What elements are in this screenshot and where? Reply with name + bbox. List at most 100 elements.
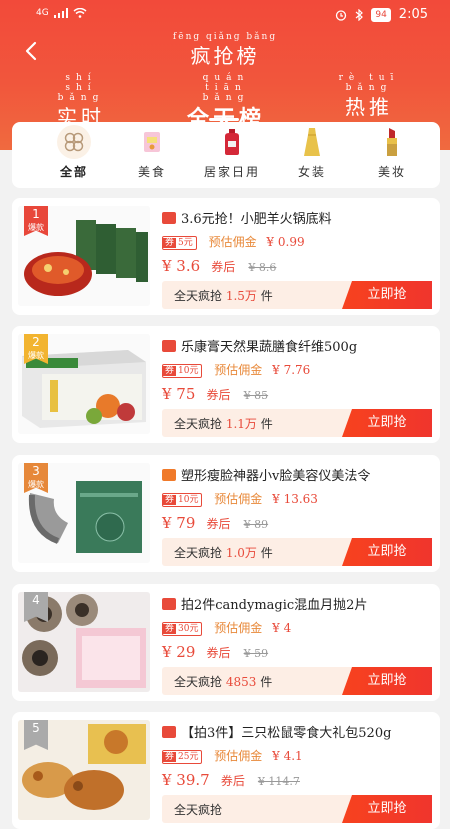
detergent-icon [215, 125, 249, 159]
alarm-icon [336, 9, 347, 21]
coupon-badge: 券 30元 [162, 622, 203, 636]
original-price: ¥ 89 [243, 518, 269, 531]
sales-label: 全天疯抢 [174, 289, 223, 303]
original-price: ¥ 8.6 [248, 261, 277, 274]
coupon-badge: 券 10元 [162, 364, 203, 378]
product-card[interactable]: 2 爆款 乐康膏天然果蔬膳食纤维500g 券 10元 预估佣金 ¥ 7.76 ¥ 7… [12, 326, 440, 443]
buy-now-button[interactable]: 立即抢 [342, 409, 432, 437]
buy-now-button[interactable]: 立即抢 [342, 795, 432, 823]
coupon-badge: 券 25元 [162, 750, 203, 764]
clover-icon [57, 125, 91, 159]
original-price: ¥ 85 [243, 389, 269, 402]
commission-label: 预估佣金 [214, 492, 263, 506]
category-item-makeup[interactable]: 美妆 [357, 122, 427, 180]
sales-label: 全天疯抢 [174, 803, 223, 817]
taobao-icon [162, 469, 176, 481]
price: ¥ 79 [162, 514, 196, 532]
sales-bar: 全天疯抢 1.1万 件 立即抢 [162, 409, 432, 437]
sales-text: 全天疯抢 1.5万 件 [174, 287, 273, 304]
coupon-value: 5元 [178, 238, 193, 248]
price-row: ¥ 79 券后 ¥ 89 [162, 513, 268, 532]
category-label: 全部 [59, 165, 88, 179]
tab-indicator [209, 118, 239, 121]
sales-text: 全天疯抢 1.1万 件 [174, 415, 273, 432]
rank-number: 1 [32, 207, 40, 221]
sales-count: 1.0万 [225, 546, 257, 560]
product-card[interactable]: 5 【拍3件】三只松鼠零食大礼包520g 券 25元 预估佣金 ¥ 4.1 ¥ 3… [12, 712, 440, 829]
buy-now-button[interactable]: 立即抢 [342, 667, 432, 695]
sales-label: 全天疯抢 [174, 546, 223, 560]
product-title[interactable]: 拍2件candymagic混血月抛2片 [162, 594, 432, 613]
tmall-icon [162, 212, 176, 224]
sales-unit: 件 [260, 546, 273, 560]
coupon-value: 10元 [178, 495, 199, 505]
snack-icon [135, 125, 169, 159]
sales-label: 全天疯抢 [174, 675, 223, 689]
commission-row: 券 25元 预估佣金 ¥ 4.1 [162, 747, 303, 764]
clock: 2:05 [398, 7, 428, 22]
category-item-women[interactable]: 女装 [277, 122, 347, 180]
commission-value: ¥ 0.99 [266, 235, 305, 249]
sales-count: 4853 [225, 675, 257, 689]
tab-pinyin: rè tuī bǎng [338, 73, 400, 93]
price: ¥ 29 [162, 643, 196, 661]
product-name: 塑形瘦脸神器小v脸美容仪美法令 [181, 469, 371, 484]
coupon-value: 25元 [178, 752, 199, 762]
price-label: 券后 [206, 388, 231, 402]
price-row: ¥ 75 券后 ¥ 85 [162, 384, 268, 403]
price-row: ¥ 29 券后 ¥ 59 [162, 642, 268, 661]
sales-bar: 全天疯抢 4853 件 立即抢 [162, 667, 432, 695]
category-bar: 全部 美食 居家日用 女装 美妆 [12, 122, 440, 188]
price-row: ¥ 3.6 券后 ¥ 8.6 [162, 256, 276, 275]
category-item-food[interactable]: 美食 [117, 122, 187, 180]
product-title[interactable]: 【拍3件】三只松鼠零食大礼包520g [162, 722, 432, 741]
sales-unit: 件 [260, 289, 273, 303]
price-label: 券后 [211, 260, 236, 274]
sales-text: 全天疯抢 [174, 801, 222, 818]
sales-unit: 件 [260, 417, 273, 431]
buy-now-button[interactable]: 立即抢 [342, 538, 432, 566]
tmall-icon [162, 340, 176, 352]
product-card[interactable]: 4 拍2件candymagic混血月抛2片 券 30元 预估佣金 ¥ 4 ¥ 29… [12, 584, 440, 701]
commission-label: 预估佣金 [214, 621, 263, 635]
sales-text: 全天疯抢 4853 件 [174, 673, 272, 690]
price-label: 券后 [206, 646, 231, 660]
sales-unit: 件 [260, 675, 273, 689]
buy-now-button[interactable]: 立即抢 [342, 281, 432, 309]
page-title: fēng qiǎng bǎng 疯抢榜 [0, 32, 450, 69]
tmall-icon [162, 598, 176, 610]
commission-label: 预估佣金 [214, 363, 263, 377]
category-item-home[interactable]: 居家日用 [197, 122, 267, 180]
product-card[interactable]: 3 爆款 塑形瘦脸神器小v脸美容仪美法令 券 10元 预估佣金 ¥ 13.63 ¥ … [12, 455, 440, 572]
category-item-all[interactable]: 全部 [39, 122, 109, 180]
page-title-text: 疯抢榜 [190, 44, 260, 68]
coupon-badge: 券 5元 [162, 236, 197, 250]
product-title[interactable]: 塑形瘦脸神器小v脸美容仪美法令 [162, 465, 432, 484]
price: ¥ 3.6 [162, 257, 201, 275]
commission-label: 预估佣金 [214, 749, 263, 763]
sales-count: 1.5万 [225, 289, 257, 303]
product-card[interactable]: 1 爆款 3.6元抢！小肥羊火锅底料 券 5元 预估佣金 ¥ 0.99 ¥ 3.6 … [12, 198, 440, 315]
product-title[interactable]: 3.6元抢！小肥羊火锅底料 [162, 208, 432, 227]
wifi-icon [73, 8, 87, 18]
status-bar: 4G 94 2:05 [0, 0, 450, 30]
coupon-value: 30元 [178, 624, 199, 634]
commission-row: 券 10元 预估佣金 ¥ 7.76 [162, 361, 310, 378]
sales-label: 全天疯抢 [174, 417, 223, 431]
sales-bar: 全天疯抢 1.0万 件 立即抢 [162, 538, 432, 566]
coupon-badge: 券 10元 [162, 493, 203, 507]
price-label: 券后 [206, 517, 231, 531]
original-price: ¥ 59 [243, 647, 269, 660]
product-title[interactable]: 乐康膏天然果蔬膳食纤维500g [162, 336, 432, 355]
commission-value: ¥ 4.1 [272, 749, 303, 763]
lipstick-icon [375, 125, 409, 159]
tab-pinyin: quán tiān bǎng [202, 73, 250, 103]
sales-count: 1.1万 [225, 417, 257, 431]
commission-row: 券 5元 预估佣金 ¥ 0.99 [162, 233, 305, 250]
sales-text: 全天疯抢 1.0万 件 [174, 544, 273, 561]
category-label: 居家日用 [203, 165, 260, 179]
commission-value: ¥ 13.63 [272, 492, 318, 506]
category-label: 美食 [137, 165, 166, 179]
rank-number: 3 [32, 464, 40, 478]
page-title-pinyin: fēng qiǎng bǎng [172, 32, 278, 42]
